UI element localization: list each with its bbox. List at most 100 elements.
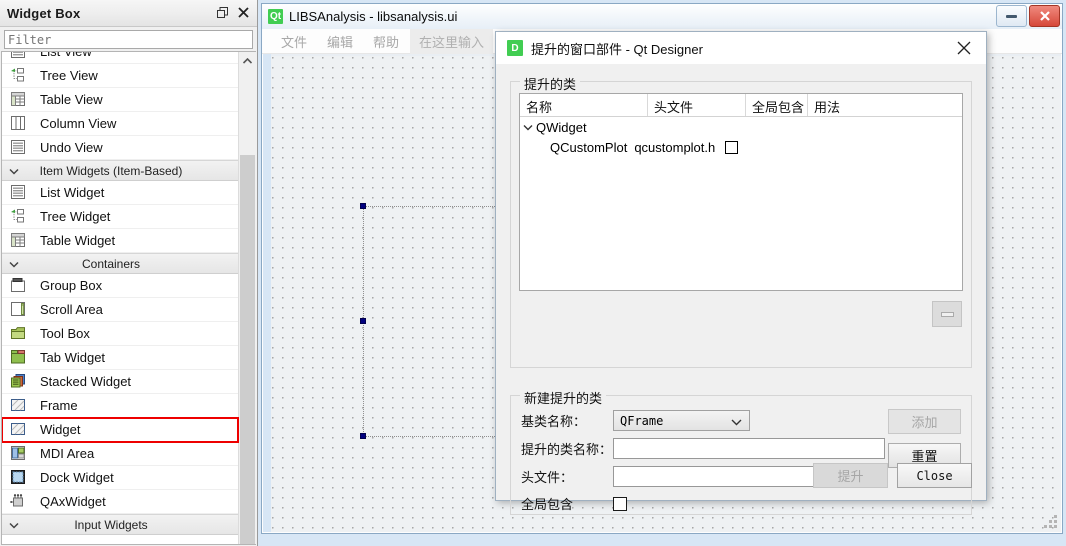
widget-icon [10,421,30,439]
stacked-widget-icon [10,373,30,391]
column-view-icon [10,115,30,133]
base-class-label: 基类名称： [521,414,587,429]
widget-box-list-container: List View Tree View Table View Column View U… [1,51,256,545]
chevron-down-icon [9,518,19,532]
close-icon[interactable] [234,3,253,22]
selection-handle[interactable] [360,318,366,324]
qt-logo-icon: Qt [268,9,283,24]
widget-item-tree-view[interactable]: Tree View [2,64,238,88]
chevron-down-icon [731,415,742,429]
dialog-title: 提升的窗口部件 - Qt Designer [531,41,703,57]
main-window-title: LIBSAnalysis - libsanalysis.ui [289,9,458,24]
menu-item[interactable]: 文件 [272,29,316,54]
widget-item-group-box[interactable]: Group Box [2,274,238,298]
filter-input[interactable] [4,30,253,49]
selection-handle[interactable] [360,203,366,209]
scroll-area-icon [10,301,30,319]
tree-view-icon [10,67,30,85]
add-button[interactable]: 添加 [888,409,961,434]
float-icon[interactable] [213,3,232,22]
tree-row-global-include-checkbox[interactable] [725,140,739,154]
new-promoted-class-group-title: 新建提升的类 [520,388,607,407]
dock-widget-icon [10,469,30,487]
tree-column-header[interactable]: 全局包含 [746,94,808,116]
widget-item-undo-view[interactable]: Undo View [2,136,238,160]
size-grip[interactable] [1044,515,1057,528]
scrollbar-thumb[interactable] [240,155,255,544]
tree-row-name: QWidget [536,119,587,135]
selection-handle[interactable] [360,433,366,439]
widget-item-column-view[interactable]: Column View [2,112,238,136]
widget-item-widget[interactable]: Widget [2,417,239,443]
widget-item-scroll-area[interactable]: Scroll Area [2,298,238,322]
widget-item-qaxwidget[interactable]: QAxWidget [2,490,238,514]
menu-search-hint[interactable]: 在这里输入 [410,28,494,54]
undo-view-icon [10,139,30,157]
qax-widget-icon [10,493,30,511]
promote-button[interactable]: 提升 [813,463,888,488]
widget-item-mdi-area[interactable]: MDI Area [2,442,238,466]
mdi-area-icon [10,445,30,463]
widget-item-label: Tool Box [40,326,90,341]
widget-item-label: Scroll Area [40,302,103,317]
widget-box-title: Widget Box [7,5,81,21]
promoted-classes-tree[interactable]: 名称 头文件 全局包含 用法 QWidget QCustomPlot qcustomplo… [519,93,963,291]
menu-item[interactable]: 编辑 [318,29,362,54]
minimize-button[interactable] [996,5,1027,27]
widget-box-scrollbar[interactable] [238,52,256,544]
widget-item-label: List View [40,51,92,59]
canvas-left-gutter [263,54,271,532]
widget-item-label: Undo View [40,140,103,155]
widget-group-header[interactable]: Input Widgets [2,514,238,535]
widget-item-dock-widget[interactable]: Dock Widget [2,466,238,490]
close-button[interactable]: Close [897,463,972,488]
widget-group-header[interactable]: Item Widgets (Item-Based) [2,160,238,181]
tree-row-name: QCustomPlot [550,139,628,155]
widget-item-list-view[interactable]: List View [2,51,238,64]
tree-row[interactable]: QWidget [520,117,962,137]
promoted-widgets-dialog: D 提升的窗口部件 - Qt Designer 提升的类 名称 头文件 全局包含 用法… [495,31,987,515]
tree-column-header[interactable]: 用法 [808,94,898,116]
dialog-titlebar: D 提升的窗口部件 - Qt Designer [496,32,986,65]
remove-promoted-class-button[interactable] [932,301,962,327]
widget-item-stacked-widget[interactable]: Stacked Widget [2,370,238,394]
widget-item-frame[interactable]: Frame [2,394,238,418]
tool-box-icon [10,325,30,343]
global-include-checkbox[interactable] [613,496,627,511]
promoted-class-name-row: 提升的类名称： [521,438,885,459]
widget-item-label: QAxWidget [40,494,106,509]
tree-widget-icon [10,208,30,226]
tree-column-header[interactable]: 头文件 [648,94,746,116]
widget-item-table-widget[interactable]: Table Widget [2,229,238,253]
widget-item-tab-widget[interactable]: Tab Widget [2,346,238,370]
promoted-class-name-input[interactable] [613,438,885,459]
main-window-controls [996,5,1060,27]
global-include-row: 全局包含 [521,494,627,513]
widget-item-label: Dock Widget [40,470,114,485]
widget-item-label: Tree View [40,68,98,83]
widget-item-tool-box[interactable]: Tool Box [2,322,238,346]
widget-item-table-view[interactable]: Table View [2,88,238,112]
widget-group-header[interactable]: Containers [2,253,238,274]
designer-icon: D [507,40,523,56]
chevron-down-icon[interactable] [520,124,536,131]
tree-column-header[interactable]: 名称 [520,94,648,116]
scroll-up-icon[interactable] [239,52,256,69]
promoted-classes-group-title: 提升的类 [520,74,581,93]
widget-item-list-widget[interactable]: List Widget [2,181,238,205]
base-class-value: QFrame [620,413,664,428]
table-widget-icon [10,232,30,250]
close-button[interactable] [1029,5,1060,27]
tree-row[interactable]: QCustomPlot qcustomplot.h [520,137,962,157]
base-class-combobox[interactable]: QFrame [613,410,750,431]
dialog-close-icon[interactable] [942,32,986,63]
promoted-classes-group: 提升的类 名称 头文件 全局包含 用法 QWidget QCustomPlot qcust… [510,74,972,368]
tree-header-row: 名称 头文件 全局包含 用法 [520,94,962,117]
frame-icon [10,397,30,415]
widget-box-dock: Widget Box List View Tree View Table View C… [0,0,258,546]
promoted-class-name-label: 提升的类名称： [521,442,613,457]
widget-item-tree-widget[interactable]: Tree Widget [2,205,238,229]
widget-group-label: Containers [81,256,141,271]
widget-item-label: Table View [40,92,103,107]
menu-item[interactable]: 帮助 [364,29,408,54]
